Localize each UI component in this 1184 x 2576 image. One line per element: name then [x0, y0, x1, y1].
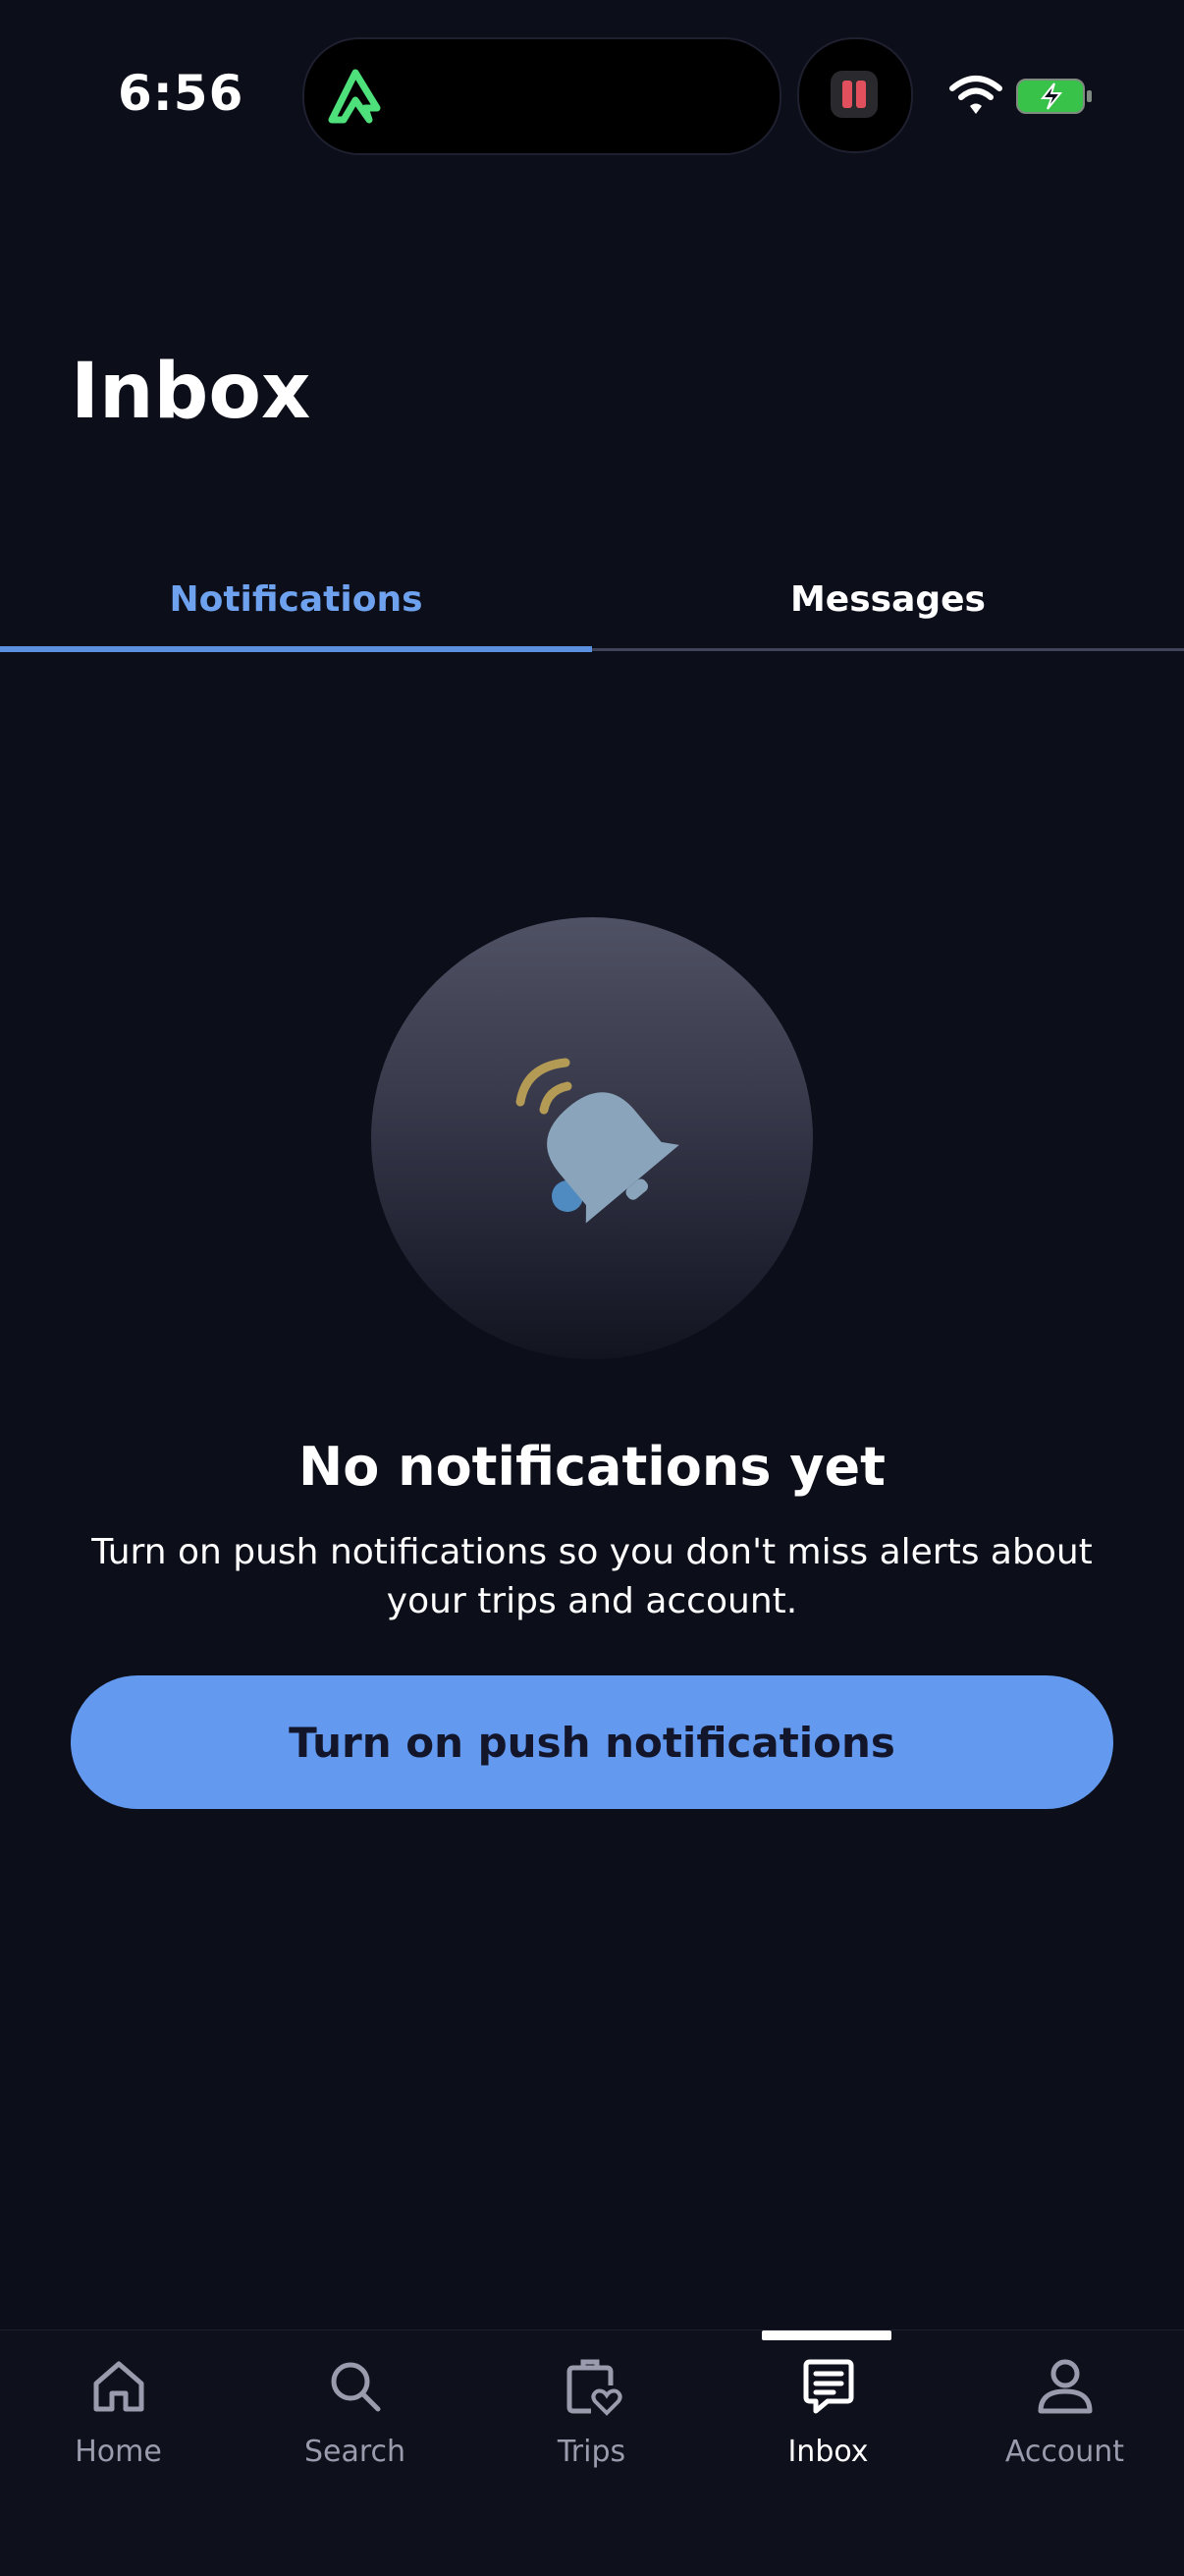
nav-item-trips[interactable]: Trips: [473, 2330, 710, 2507]
dynamic-island: [302, 37, 781, 155]
nav-label-trips: Trips: [557, 2435, 626, 2469]
bottom-nav: Home Search Trips Inbox Account: [0, 2329, 1184, 2576]
live-activity-bubble: [797, 37, 913, 153]
bell-illustration: [371, 917, 813, 1359]
nav-label-account: Account: [1004, 2435, 1125, 2469]
bell-icon: [515, 1058, 679, 1224]
nav-item-inbox[interactable]: Inbox: [710, 2330, 946, 2507]
battery-icon: [1016, 79, 1092, 114]
nav-label-inbox: Inbox: [787, 2435, 869, 2469]
nav-label-home: Home: [75, 2435, 162, 2469]
account-icon: [1038, 2359, 1093, 2414]
trips-icon: [566, 2359, 622, 2416]
tab-messages[interactable]: Messages: [592, 550, 1184, 648]
tab-notifications[interactable]: Notifications: [0, 550, 592, 648]
turn-on-push-button[interactable]: Turn on push notifications: [71, 1675, 1113, 1809]
nav-item-home[interactable]: Home: [0, 2330, 237, 2507]
search-icon: [331, 2362, 381, 2412]
wifi-icon: [949, 76, 1002, 114]
tab-active-indicator: [0, 646, 592, 652]
nav-item-account[interactable]: Account: [946, 2330, 1183, 2507]
empty-state-description: Turn on push notifications so you don't …: [91, 1532, 1093, 1621]
nav-label-search: Search: [303, 2435, 406, 2469]
inbox-tabs: Notifications Messages: [0, 550, 1184, 652]
status-time: 6:56: [118, 65, 244, 122]
app-logo-icon: [328, 69, 381, 124]
home-icon: [93, 2361, 144, 2412]
live-activity-app-icon: [831, 71, 878, 118]
empty-state-title: No notifications yet: [298, 1436, 886, 1498]
nav-item-search[interactable]: Search: [237, 2330, 473, 2507]
inbox-icon: [803, 2359, 854, 2414]
page-title: Inbox: [71, 348, 311, 436]
